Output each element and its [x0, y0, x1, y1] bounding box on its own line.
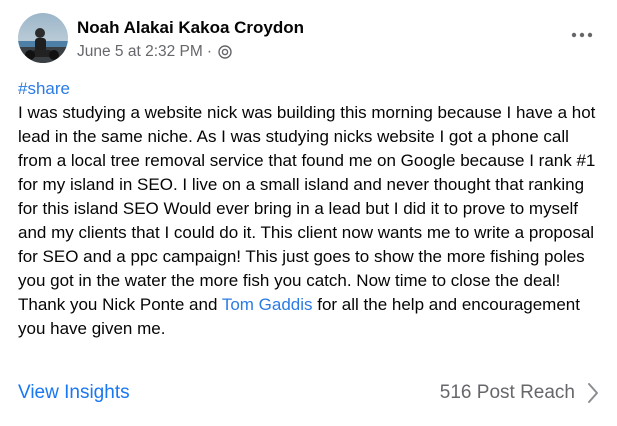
- hashtag-link[interactable]: #share: [18, 79, 70, 98]
- post-meta: June 5 at 2:32 PM ·: [77, 43, 232, 61]
- mention-link[interactable]: Tom Gaddis: [222, 295, 313, 314]
- meta-separator: ·: [206, 43, 212, 60]
- post-card: Noah Alakai Kakoa Croydon June 5 at 2:32…: [0, 0, 617, 426]
- chevron-right-icon: [587, 382, 599, 404]
- post-header: Noah Alakai Kakoa Croydon June 5 at 2:32…: [18, 13, 603, 63]
- view-insights-link[interactable]: View Insights: [18, 382, 130, 404]
- avatar[interactable]: [18, 13, 68, 63]
- avatar-photo: [18, 13, 68, 63]
- post-reach-button[interactable]: 516 Post Reach: [440, 382, 599, 404]
- globe-icon[interactable]: [218, 45, 232, 59]
- post-text: I was studying a website nick was buildi…: [18, 103, 596, 314]
- post-reach-label: 516 Post Reach: [439, 382, 575, 403]
- post-body: #share I was studying a website nick was…: [18, 77, 603, 341]
- more-horizontal-icon: [571, 32, 593, 38]
- more-options-button[interactable]: [567, 23, 597, 47]
- author-name[interactable]: Noah Alakai Kakoa Croydon: [77, 18, 304, 38]
- post-timestamp[interactable]: June 5 at 2:32 PM: [77, 43, 203, 61]
- post-footer: View Insights 516 Post Reach: [18, 382, 599, 410]
